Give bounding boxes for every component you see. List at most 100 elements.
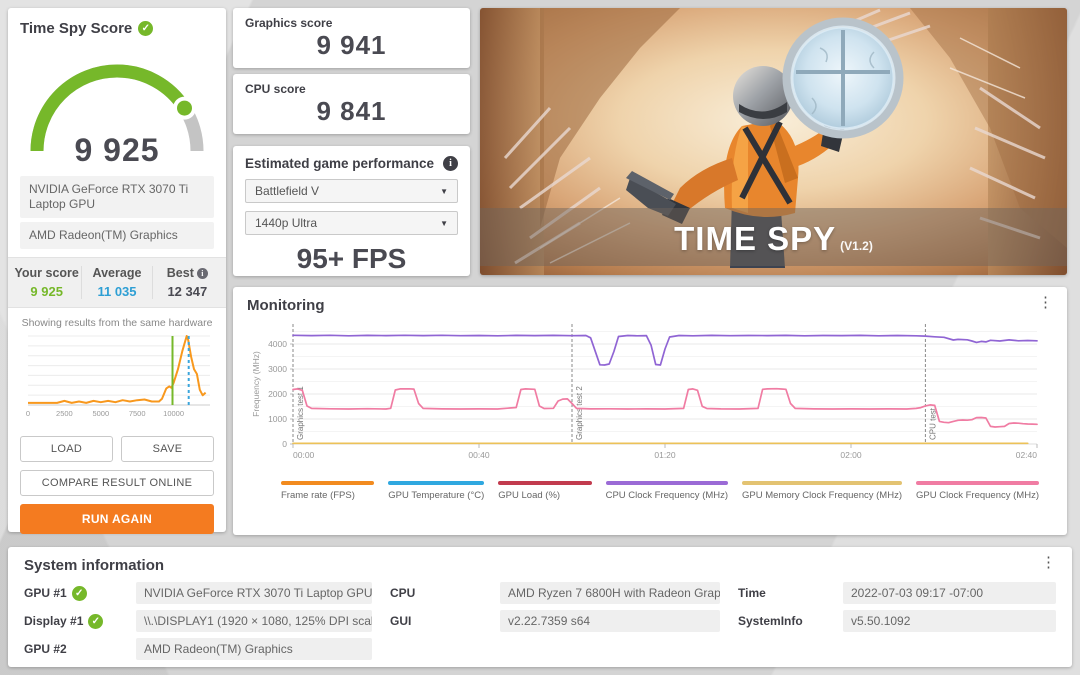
svg-text:0: 0 xyxy=(26,409,30,418)
svg-text:01:20: 01:20 xyxy=(654,450,676,460)
svg-text:02:00: 02:00 xyxy=(840,450,862,460)
system-info-value: v2.22.7359 s64 xyxy=(500,610,720,632)
legend-color-bar xyxy=(916,481,1039,485)
verified-check-icon: ✓ xyxy=(71,585,87,601)
average-score-value: 11 035 xyxy=(97,284,137,299)
best-score-label: Best i xyxy=(153,266,222,280)
average-score-column: Average 11 035 xyxy=(81,266,151,299)
system-info-row: SystemInfo v5.50.1092 xyxy=(738,610,1056,632)
legend-item[interactable]: Frame rate (FPS) xyxy=(281,481,388,501)
system-information-panel: System information ⋮ GPU #1 ✓ NVIDIA GeF… xyxy=(8,547,1072,667)
legend-label: GPU Temperature (°C) xyxy=(388,490,485,501)
game-select[interactable]: Battlefield V ▼ xyxy=(245,179,458,203)
score-panel-title: Time Spy Score ✓ xyxy=(20,20,214,37)
legend-item[interactable]: GPU Memory Clock Frequency (MHz) xyxy=(742,481,916,501)
compare-result-online-button[interactable]: COMPARE RESULT ONLINE xyxy=(20,470,214,496)
system-info-label: Time xyxy=(738,586,766,600)
svg-text:0: 0 xyxy=(282,439,287,449)
system-info-value: AMD Radeon(TM) Graphics xyxy=(136,638,372,660)
svg-text:5000: 5000 xyxy=(92,409,109,418)
benchmark-version: (V1.2) xyxy=(840,239,873,253)
svg-text:Frequency (MHz): Frequency (MHz) xyxy=(251,351,261,417)
your-score-label: Your score xyxy=(14,266,79,280)
hero-caption: TIME SPY (V1.2) xyxy=(480,220,1067,258)
average-score-label: Average xyxy=(92,266,142,280)
legend-color-bar xyxy=(605,481,729,485)
histogram-caption: Showing results from the same hardware xyxy=(21,317,213,329)
preset-select-value: 1440p Ultra xyxy=(255,216,318,230)
system-info-label: Display #1 ✓ xyxy=(24,613,136,629)
benchmark-name: TIME SPY xyxy=(674,220,837,257)
monitoring-chart: 0 1000 2000 3000 4000 Frequency (MHz) 00:00 00:… xyxy=(247,316,1053,477)
cpu-score-value: 9 841 xyxy=(316,96,387,126)
your-score-value: 9 925 xyxy=(30,284,63,299)
legend-label: GPU Clock Frequency (MHz) xyxy=(916,490,1039,501)
graphics-score-panel: Graphics score 9 941 xyxy=(233,8,470,68)
graphics-score-label: Graphics score xyxy=(245,16,333,30)
legend-item[interactable]: GPU Load (%) xyxy=(498,481,605,501)
gpu2-name: AMD Radeon(TM) Graphics xyxy=(20,222,214,249)
cpu-score-panel: CPU score 9 841 xyxy=(233,74,470,134)
best-info-icon[interactable]: i xyxy=(196,267,208,279)
system-info-column: CPU AMD Ryzen 7 6800H with Radeon Graphi… xyxy=(390,582,720,660)
svg-text:2000: 2000 xyxy=(268,389,287,399)
legend-item[interactable]: CPU Clock Frequency (MHz) xyxy=(605,481,742,501)
score-gauge: 9 925 xyxy=(20,41,214,169)
system-info-row: CPU AMD Ryzen 7 6800H with Radeon Graphi… xyxy=(390,582,720,604)
chevron-down-icon: ▼ xyxy=(440,218,448,228)
chevron-down-icon: ▼ xyxy=(440,186,448,196)
system-info-value: AMD Ryzen 7 6800H with Radeon Graphics xyxy=(500,582,720,604)
save-button[interactable]: SAVE xyxy=(121,436,214,462)
system-info-value: NVIDIA GeForce RTX 3070 Ti Laptop GPU xyxy=(136,582,372,604)
game-select-value: Battlefield V xyxy=(255,184,320,198)
gpu1-name: NVIDIA GeForce RTX 3070 Ti Laptop GPU xyxy=(20,176,214,218)
monitoring-menu-icon[interactable]: ⋮ xyxy=(1038,295,1053,310)
legend-label: Frame rate (FPS) xyxy=(281,490,355,501)
monitoring-title: Monitoring xyxy=(247,297,325,314)
3dmark-result-window: Time Spy Score ✓ 9 925 NVIDIA GeForce RT… xyxy=(0,0,1080,675)
valid-check-icon: ✓ xyxy=(138,21,154,36)
game-perf-info-icon[interactable]: i xyxy=(443,156,458,171)
legend-label: GPU Load (%) xyxy=(498,490,561,501)
best-score-column: Best i 12 347 xyxy=(151,266,222,299)
svg-text:4000: 4000 xyxy=(268,339,287,349)
system-info-title: System information xyxy=(24,557,165,574)
legend-label: GPU Memory Clock Frequency (MHz) xyxy=(742,490,902,501)
system-info-label: CPU xyxy=(390,586,416,600)
monitoring-legend: Frame rate (FPS) GPU Temperature (°C) GP… xyxy=(247,481,1053,501)
svg-text:02:40: 02:40 xyxy=(1016,450,1038,460)
system-info-value: \\.\DISPLAY1 (1920 × 1080, 125% DPI scal… xyxy=(136,610,372,632)
load-button[interactable]: LOAD xyxy=(20,436,113,462)
time-spy-score-panel: Time Spy Score ✓ 9 925 NVIDIA GeForce RT… xyxy=(8,8,226,534)
system-info-value: 2022-07-03 09:17 -07:00 xyxy=(843,582,1056,604)
preset-select[interactable]: 1440p Ultra ▼ xyxy=(245,211,458,235)
legend-color-bar xyxy=(498,481,592,485)
legend-color-bar xyxy=(742,481,902,485)
svg-text:Graphics test 2: Graphics test 2 xyxy=(575,386,584,440)
system-info-label: SystemInfo xyxy=(738,614,803,628)
score-histogram-chart: 0 2500 5000 7500 10000 xyxy=(20,331,214,428)
legend-label: CPU Clock Frequency (MHz) xyxy=(605,490,729,501)
svg-text:00:40: 00:40 xyxy=(468,450,490,460)
legend-color-bar xyxy=(281,481,375,485)
time-spy-hero-image: TIME SPY (V1.2) xyxy=(480,8,1067,275)
best-score-value: 12 347 xyxy=(167,284,208,299)
system-info-label: GPU #1 ✓ xyxy=(24,585,136,601)
game-perf-title: Estimated game performance xyxy=(245,156,435,171)
system-info-column: Time 2022-07-03 09:17 -07:00 SystemInfo v… xyxy=(738,582,1056,660)
svg-text:2500: 2500 xyxy=(56,409,73,418)
legend-color-bar xyxy=(388,481,485,485)
your-score-column: Your score 9 925 xyxy=(12,266,81,299)
score-panel-title-text: Time Spy Score xyxy=(20,20,133,37)
score-compare-band: Your score 9 925 Average 11 035 Best i 1… xyxy=(8,257,226,308)
legend-item[interactable]: GPU Temperature (°C) xyxy=(388,481,498,501)
system-info-column: GPU #1 ✓ NVIDIA GeForce RTX 3070 Ti Lapt… xyxy=(24,582,372,660)
system-info-row: Display #1 ✓ \\.\DISPLAY1 (1920 × 1080, … xyxy=(24,610,372,632)
svg-text:10000: 10000 xyxy=(163,409,184,418)
legend-item[interactable]: GPU Clock Frequency (MHz) xyxy=(916,481,1053,501)
run-again-button[interactable]: RUN AGAIN xyxy=(20,504,214,534)
estimated-game-performance-panel: Estimated game performance i Battlefield… xyxy=(233,146,470,276)
system-info-value: v5.50.1092 xyxy=(843,610,1056,632)
cpu-score-label: CPU score xyxy=(245,82,306,96)
system-info-menu-icon[interactable]: ⋮ xyxy=(1041,555,1056,570)
